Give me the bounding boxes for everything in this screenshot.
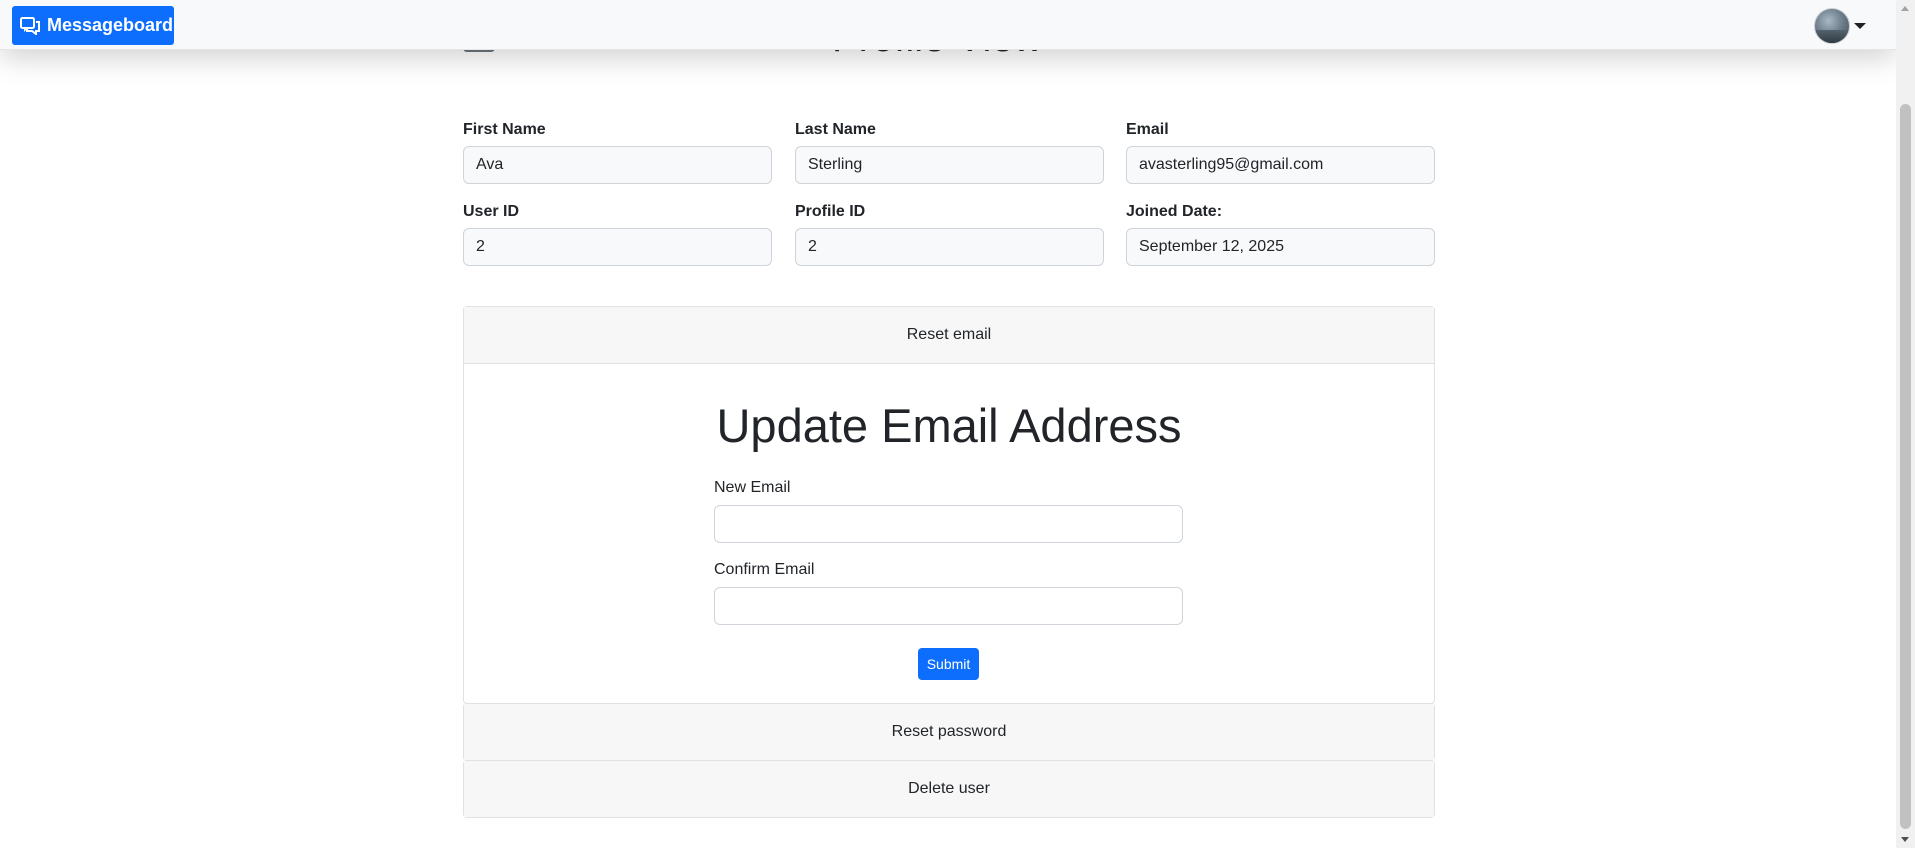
brand-label: Messageboard (47, 15, 174, 35)
joined-date-label: Joined Date: (1126, 203, 1223, 220)
user-id-label: User ID (463, 203, 520, 220)
scroll-thumb[interactable] (1900, 104, 1911, 829)
user-id-field[interactable]: 2 (463, 228, 772, 266)
last-name-label: Last Name (795, 121, 876, 138)
user-menu-toggle[interactable] (1814, 8, 1866, 44)
new-email-label: New Email (714, 479, 791, 496)
reset-email-toggle[interactable]: Reset email (464, 307, 1434, 363)
user-avatar[interactable] (1814, 8, 1850, 44)
confirm-email-label: Confirm Email (714, 561, 815, 578)
last-name-field[interactable]: Sterling (795, 146, 1104, 184)
reset-email-body: Update Email Address New Email Confirm E… (464, 363, 1434, 703)
profile-id-label: Profile ID (795, 203, 866, 220)
scroll-up-arrow-icon[interactable] (1901, 6, 1909, 11)
first-name-field[interactable]: Ava (463, 146, 772, 184)
chat-bubbles-icon (20, 16, 40, 35)
joined-date-field[interactable]: September 12, 2025 (1126, 228, 1435, 266)
update-email-title: Update Email Address (716, 399, 1182, 452)
caret-down-icon (1854, 23, 1866, 29)
reset-password-panel: Reset password (463, 703, 1435, 761)
delete-user-toggle[interactable]: Delete user (464, 761, 1434, 817)
page-scrollbar[interactable] (1896, 0, 1915, 848)
email-field[interactable]: avasterling95@gmail.com (1126, 146, 1435, 184)
reset-password-toggle[interactable]: Reset password (464, 704, 1434, 760)
brand-button[interactable]: Messageboard (12, 6, 174, 45)
submit-button[interactable]: Submit (918, 648, 979, 680)
new-email-input[interactable] (714, 505, 1183, 543)
scroll-down-arrow-icon[interactable] (1901, 837, 1909, 842)
reset-email-panel: Reset email Update Email Address New Ema… (463, 306, 1435, 704)
email-label: Email (1126, 121, 1169, 138)
profile-id-field[interactable]: 2 (795, 228, 1104, 266)
confirm-email-input[interactable] (714, 587, 1183, 625)
top-navbar: Messageboard (0, 0, 1896, 50)
first-name-label: First Name (463, 121, 546, 138)
delete-user-panel: Delete user (463, 760, 1435, 818)
